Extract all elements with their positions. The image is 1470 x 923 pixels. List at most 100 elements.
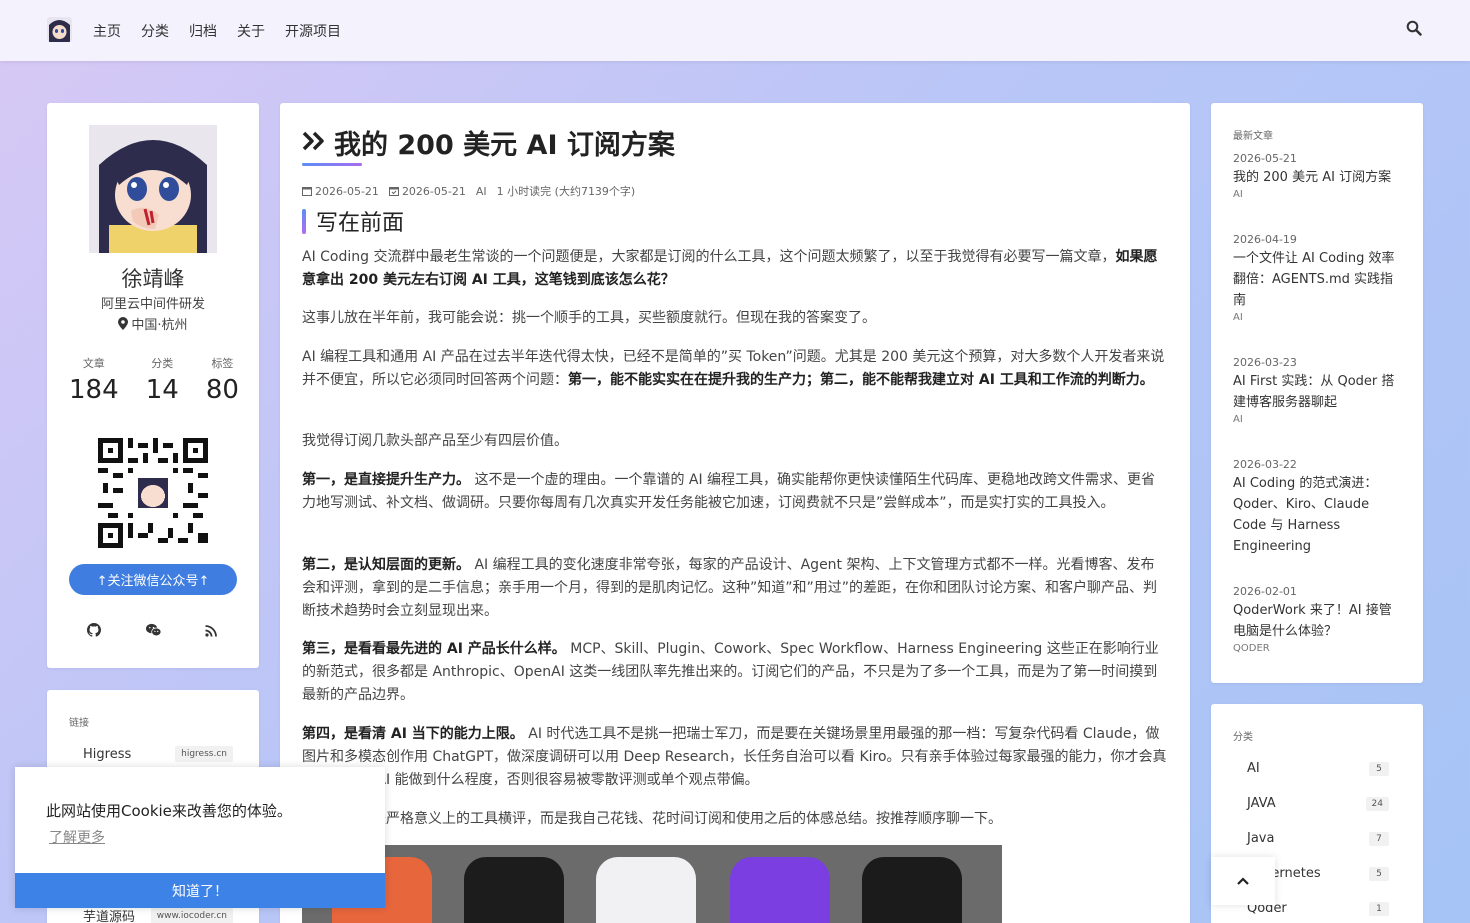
paragraph: 第三，是看看最先进的 AI 产品长什么样。 MCP、Skill、Plugin、C… (302, 638, 1168, 707)
stat-value: 184 (69, 375, 119, 405)
cookie-accept-button[interactable]: 知道了！ (15, 873, 385, 908)
category-count: 5 (1369, 761, 1389, 776)
paragraph: 第四，是看清 AI 当下的能力上限。 AI 时代选工具不是挑一把瑞士军刀，而是要… (302, 723, 1168, 792)
link-name: Higress (83, 746, 132, 762)
github-icon[interactable] (87, 622, 102, 637)
paragraph: 下面这篇不是严格意义上的工具横评，而是我自己花钱、花时间订阅和使用之后的体感总结… (302, 808, 1168, 831)
map-marker-icon (118, 317, 129, 330)
updated-date: 2026-05-21 (401, 184, 466, 198)
paragraph-bold: 第三，是看看最先进的 AI 产品长什么样。 (302, 641, 566, 657)
avatar (89, 125, 217, 253)
search-icon[interactable] (1406, 20, 1422, 36)
back-to-top-button[interactable] (1211, 857, 1275, 905)
category-count: 24 (1365, 796, 1389, 811)
stat-label: 标签 (211, 357, 234, 370)
recent-post-title[interactable]: QoderWork 来了！AI 接管电脑是什么体验？ (1233, 600, 1403, 642)
recent-post-title[interactable]: 我的 200 美元 AI 订阅方案 (1233, 167, 1403, 188)
post-image-app-icons (302, 845, 1002, 923)
calendar-check-icon (388, 187, 399, 196)
nav-categories[interactable]: 分类 (141, 21, 169, 41)
author-stats: 文章 184 分类 14 标签 80 (69, 355, 239, 405)
recent-post-date: 2026-03-23 (1233, 356, 1297, 369)
recent-post-date: 2026-03-22 (1233, 458, 1297, 471)
stat-label: 分类 (151, 357, 174, 370)
reading-time: 1 小时读完 (大约7139个字) (496, 185, 636, 198)
link-url-badge: higress.cn (175, 746, 233, 762)
recent-post[interactable]: 2026-04-19 一个文件让 AI Coding 效率翻倍：AGENTS.m… (1233, 233, 1403, 323)
category-name: AI (1247, 761, 1260, 776)
recent-post-date: 2026-04-19 (1233, 233, 1297, 246)
link-item[interactable]: Higress higress.cn (83, 746, 233, 762)
title-underline (302, 163, 362, 166)
link-item[interactable]: 芋道源码 www.iocoder.cn (83, 906, 233, 923)
location-text: 中国·杭州 (131, 318, 188, 333)
paragraph-bold: 第一，能不能实实在在提升我的生产力；第二，能不能帮我建立对 AI 工具和工作流的… (568, 372, 1154, 388)
site-logo[interactable] (47, 17, 72, 42)
recent-post-title[interactable]: AI First 实践：从 Qoder 搭建博客服务器聊起 (1233, 371, 1403, 413)
recent-post[interactable]: 2026-02-01 QoderWork 来了！AI 接管电脑是什么体验？ QO… (1233, 585, 1403, 654)
category-count: 1 (1369, 901, 1389, 916)
cursor-app-icon (862, 857, 962, 923)
categories-title: 分类 (1233, 732, 1253, 743)
rss-icon[interactable] (205, 622, 219, 637)
category-name: JAVA (1247, 796, 1276, 811)
paragraph-text: AI Coding 交流群中最老生常谈的一个问题便是，大家都是订阅的什么工具，这… (302, 249, 1116, 265)
cookie-learn-more-link[interactable]: 了解更多 (49, 827, 105, 847)
paragraph-bold: 第一，是直接提升生产力。 (302, 472, 470, 488)
chevron-up-icon (1237, 877, 1249, 885)
recent-post-category[interactable]: AI (1233, 189, 1403, 200)
paragraph: 第一，是直接提升生产力。 这不是一个虚的理由。一个靠谱的 AI 编程工具，确实能… (302, 469, 1168, 515)
stat-label: 文章 (82, 357, 105, 370)
post-category[interactable]: AI (476, 185, 487, 198)
calendar-icon (302, 187, 312, 196)
post-updated: 2026-05-21 (388, 184, 466, 198)
paragraph: AI 编程工具和通用 AI 产品在过去半年迭代得太快，已经不是简单的”买 Tok… (302, 346, 1168, 392)
link-url-badge: www.iocoder.cn (150, 907, 233, 923)
paragraph-text: 这事儿放在半年前，我可能会说：挑一个顺手的工具，买些额度就行。但现在我的答案变了… (302, 310, 876, 326)
recent-post-title[interactable]: 一个文件让 AI Coding 效率翻倍：AGENTS.md 实践指南 (1233, 248, 1403, 311)
post-meta: 2026-05-21 2026-05-21 AI 1 小时读完 (大约7139个… (302, 183, 645, 199)
nav-about[interactable]: 关于 (237, 21, 265, 41)
recent-post[interactable]: 2026-03-23 AI First 实践：从 Qoder 搭建博客服务器聊起… (1233, 356, 1403, 425)
recent-post[interactable]: 2026-03-22 AI Coding 的范式演进：Qoder、Kiro、Cl… (1233, 458, 1403, 557)
recent-post[interactable]: 2026-05-21 我的 200 美元 AI 订阅方案 AI (1233, 152, 1403, 200)
paragraph-bold: 第二，是认知层面的更新。 (302, 557, 470, 573)
stat-posts[interactable]: 文章 184 (69, 355, 119, 405)
chatgpt-app-icon (464, 857, 564, 923)
paragraph: 第二，是认知层面的更新。 AI 编程工具的变化速度非常夸张，每家的产品设计、Ag… (302, 554, 1168, 623)
paragraph: 我觉得订阅几款头部产品至少有四层价值。 (302, 430, 1168, 453)
section-heading-text: 写在前面 (316, 211, 405, 236)
nav-menu: 主页 分类 归档 关于 开源项目 (93, 0, 361, 61)
recent-post-category[interactable]: QODER (1233, 643, 1403, 654)
nav-archives[interactable]: 归档 (189, 21, 217, 41)
stat-tags[interactable]: 标签 80 (206, 355, 239, 405)
category-item[interactable]: JAVA 24 (1247, 796, 1389, 811)
stat-value: 80 (205, 375, 239, 405)
category-count: 5 (1369, 866, 1389, 881)
cloud-code-app-icon (596, 857, 696, 923)
category-item[interactable]: AI 5 (1247, 761, 1389, 776)
paragraph: 这事儿放在半年前，我可能会说：挑一个顺手的工具，买些额度就行。但现在我的答案变了… (302, 307, 1168, 330)
recent-post-category[interactable]: AI (1233, 312, 1403, 323)
stat-categories[interactable]: 分类 14 (146, 355, 179, 405)
double-angle-right-icon (302, 127, 326, 158)
post-title[interactable]: 我的 200 美元 AI 订阅方案 (302, 123, 675, 162)
author-job: 阿里云中间件研发 (100, 297, 205, 312)
created-date: 2026-05-21 (315, 184, 379, 198)
cookie-banner: 此网站使用Cookie来改善您的体验。 了解更多 知道了！ (15, 767, 385, 908)
recent-posts-card: 最新文章 2026-05-21 我的 200 美元 AI 订阅方案 AI 202… (1211, 103, 1423, 683)
nav-opensource[interactable]: 开源项目 (285, 21, 341, 41)
recent-post-title[interactable]: AI Coding 的范式演进：Qoder、Kiro、Claude Code 与… (1233, 473, 1403, 557)
ghost-app-icon (730, 857, 830, 923)
heading-accent-bar (302, 208, 306, 234)
author-location: 中国·杭州 (47, 314, 259, 333)
recent-post-category[interactable]: AI (1233, 414, 1403, 425)
link-name: 芋道源码 (83, 910, 136, 923)
category-item[interactable]: Java 7 (1247, 831, 1389, 846)
follow-wechat-button[interactable]: ↑关注微信公众号↑ (69, 564, 237, 595)
wechat-icon[interactable] (146, 622, 162, 637)
paragraph-text: 下面这篇不是严格意义上的工具横评，而是我自己花钱、花时间订阅和使用之后的体感总结… (302, 811, 1002, 827)
nav-home[interactable]: 主页 (93, 21, 121, 41)
section-heading: 写在前面 (302, 205, 404, 237)
article-card: 我的 200 美元 AI 订阅方案 2026-05-21 2026-05-21 … (280, 103, 1190, 923)
